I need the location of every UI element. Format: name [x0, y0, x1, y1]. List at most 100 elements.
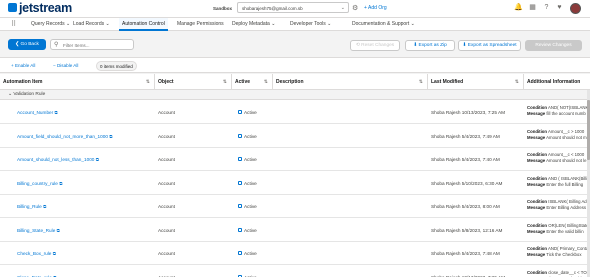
nav-load-records[interactable]: Load Records ⌄	[73, 18, 110, 31]
chevron-down-icon: ⌄	[340, 5, 345, 11]
nav-developer-tools[interactable]: Developer Tools ⌄	[290, 18, 331, 31]
table-row: Billing_country_rule ⧉ Account Active Shoba…	[0, 171, 590, 195]
automation-item-link[interactable]: Billing_Rule	[17, 204, 42, 209]
jobs-icon[interactable]: ▦	[528, 3, 537, 12]
external-link-icon[interactable]: ⧉	[53, 251, 56, 256]
column-menu-icon[interactable]: ⇅	[223, 74, 227, 90]
active-checkbox[interactable]	[238, 110, 242, 115]
col-description[interactable]: Description ⇅	[273, 74, 428, 90]
col-active[interactable]: Active ⇅	[232, 74, 273, 90]
automation-item-link[interactable]: Account_Number	[17, 110, 53, 115]
active-cell: Active	[238, 266, 272, 277]
active-cell: Active	[238, 101, 272, 124]
col-last-modified[interactable]: Last Modified ⇅	[428, 74, 524, 90]
group-validation-rule[interactable]: ⌄ Validation Rule	[0, 90, 590, 100]
add-org-button[interactable]: + Add Org	[364, 5, 387, 11]
active-checkbox[interactable]	[238, 227, 242, 232]
automation-table: Automation Item ⇅ Object ⇅ Active ⇅ Descrip…	[0, 74, 590, 277]
column-menu-icon[interactable]: ⇅	[419, 74, 423, 90]
col-additional-information[interactable]: Additional Information	[524, 74, 590, 90]
favorites-heart-icon[interactable]: ♥	[555, 3, 564, 12]
export-spreadsheet-button[interactable]: ⬇ Export as Spreadsheet	[458, 40, 521, 51]
col-object[interactable]: Object ⇅	[155, 74, 232, 90]
external-link-icon[interactable]: ⧉	[43, 204, 46, 209]
table-row: Check_Box_rule ⧉ Account Active Shoba Rajes…	[0, 242, 590, 265]
nav-query-records[interactable]: Query Records ⌄	[31, 18, 70, 31]
description-cell	[276, 195, 426, 218]
table-row: Amount_field_should_not_more_than_1000 ⧉…	[0, 124, 590, 148]
export-zip-button[interactable]: ⬇ Export as Zip	[405, 40, 455, 51]
object-cell: Account	[158, 274, 175, 277]
active-cell: Active	[238, 125, 272, 148]
last-modified-cell: Shoba Rajesh 5/8/2023, 12:16 AM	[431, 227, 503, 233]
column-menu-icon[interactable]: ⇅	[515, 74, 519, 90]
reset-changes-button[interactable]: ⟲ Reset Changes	[350, 40, 400, 51]
col-automation-item[interactable]: Automation Item ⇅	[0, 74, 155, 90]
description-cell	[276, 125, 426, 148]
message-text: Tick the Checkbox	[546, 252, 582, 257]
org-settings-icon[interactable]: ⚙	[352, 4, 358, 12]
logo-icon	[8, 3, 17, 12]
external-link-icon[interactable]: ⧉	[59, 181, 62, 186]
additional-info-cell: Condition AND( Primary_Conta Message Tick…	[527, 246, 587, 257]
condition-text: close_date__c < TOD	[548, 269, 587, 275]
active-label: Active	[244, 204, 257, 209]
active-label: Active	[244, 251, 257, 256]
nav-automation-control[interactable]: Automation Control	[119, 18, 168, 31]
app-launcher-icon[interactable]: ⠿	[11, 21, 16, 28]
automation-item-cell: Amount_should_not_less_than_1000 ⧉	[17, 148, 153, 171]
col-label: Additional Information	[527, 79, 581, 85]
automation-item-link[interactable]: Billing_country_rule	[17, 181, 58, 186]
column-menu-icon[interactable]: ⇅	[146, 74, 150, 90]
external-link-icon[interactable]: ⧉	[57, 228, 60, 233]
disable-all-button[interactable]: − Disable All	[53, 61, 78, 71]
active-checkbox[interactable]	[238, 157, 242, 162]
table-row: Close_Date_rule ⧉ Account Active Shoba Raje…	[0, 265, 590, 277]
active-checkbox[interactable]	[238, 251, 242, 256]
nav-deploy-metadata[interactable]: Deploy Metadata ⌄	[232, 18, 275, 31]
org-select-value: shobarajesh75@gmail.com.sb	[242, 6, 303, 11]
external-link-icon[interactable]: ⧉	[96, 157, 99, 162]
additional-info-cell: Condition AND( NOT(ISBLANK(AMessage fill…	[527, 105, 587, 117]
description-cell	[276, 148, 426, 171]
notifications-bell-icon[interactable]: 🔔	[514, 3, 523, 12]
bulk-actions-bar: + Enable All − Disable All 0 items modif…	[0, 57, 590, 73]
external-link-icon[interactable]: ⧉	[109, 134, 112, 139]
last-modified-cell: Shoba Rajesh 5/4/2023, 7:48 AM	[431, 251, 500, 256]
automation-item-link[interactable]: Check_Box_rule	[17, 251, 51, 256]
avatar[interactable]	[570, 3, 581, 14]
message-text: Amount should not le	[546, 158, 587, 163]
last-modified-cell: Shoba Rajesh 5/4/2023, 7:49 AM	[431, 133, 500, 139]
automation-item-cell: Amount_field_should_not_more_than_1000 ⧉	[17, 125, 153, 148]
automation-item-link[interactable]: Amount_should_not_less_than_1000	[17, 157, 94, 162]
enable-all-button[interactable]: + Enable All	[11, 61, 35, 71]
automation-item-link[interactable]: Amount_field_should_not_more_than_1000	[17, 134, 108, 139]
table-row: Billing_Rule ⧉ Account Active Shoba Rajesh …	[0, 195, 590, 218]
active-checkbox[interactable]	[238, 180, 242, 185]
description-cell	[276, 266, 426, 277]
message-text: Enter the full Billing	[546, 181, 584, 187]
condition-text: AND( Primary_Conta	[548, 246, 587, 251]
external-link-icon[interactable]: ⧉	[55, 110, 58, 115]
nav-manage-permissions[interactable]: Manage Permissions	[177, 18, 224, 31]
nav-documentation-support[interactable]: Documentation & Support ⌄	[352, 18, 415, 31]
help-icon[interactable]: ?	[542, 3, 551, 12]
active-label: Active	[244, 157, 257, 162]
automation-item-link[interactable]: Billing_State_Rule	[17, 228, 55, 233]
active-checkbox[interactable]	[238, 133, 242, 138]
description-cell	[276, 101, 426, 124]
object-cell: Account	[158, 133, 175, 139]
org-select[interactable]: shobarajesh75@gmail.com.sb ⌄	[237, 2, 349, 13]
modified-count-badge: 0 items modified	[96, 61, 137, 71]
filter-input[interactable]	[63, 41, 131, 49]
column-menu-icon[interactable]: ⇅	[264, 74, 268, 90]
last-modified-cell: Shoba Rajesh 10/13/2023, 7:25 AM	[431, 274, 506, 277]
go-back-button[interactable]: ❮ Go Back	[8, 39, 46, 50]
active-cell: Active	[238, 172, 272, 195]
filter-field[interactable]: ⚲	[50, 39, 134, 50]
active-cell: Active	[238, 148, 272, 171]
review-changes-button[interactable]: Review Changes	[525, 40, 582, 51]
active-checkbox[interactable]	[238, 204, 242, 209]
additional-info-cell: Condition OR(LEN( BillingState) Message E…	[527, 223, 587, 235]
object-cell: Account	[158, 251, 175, 256]
